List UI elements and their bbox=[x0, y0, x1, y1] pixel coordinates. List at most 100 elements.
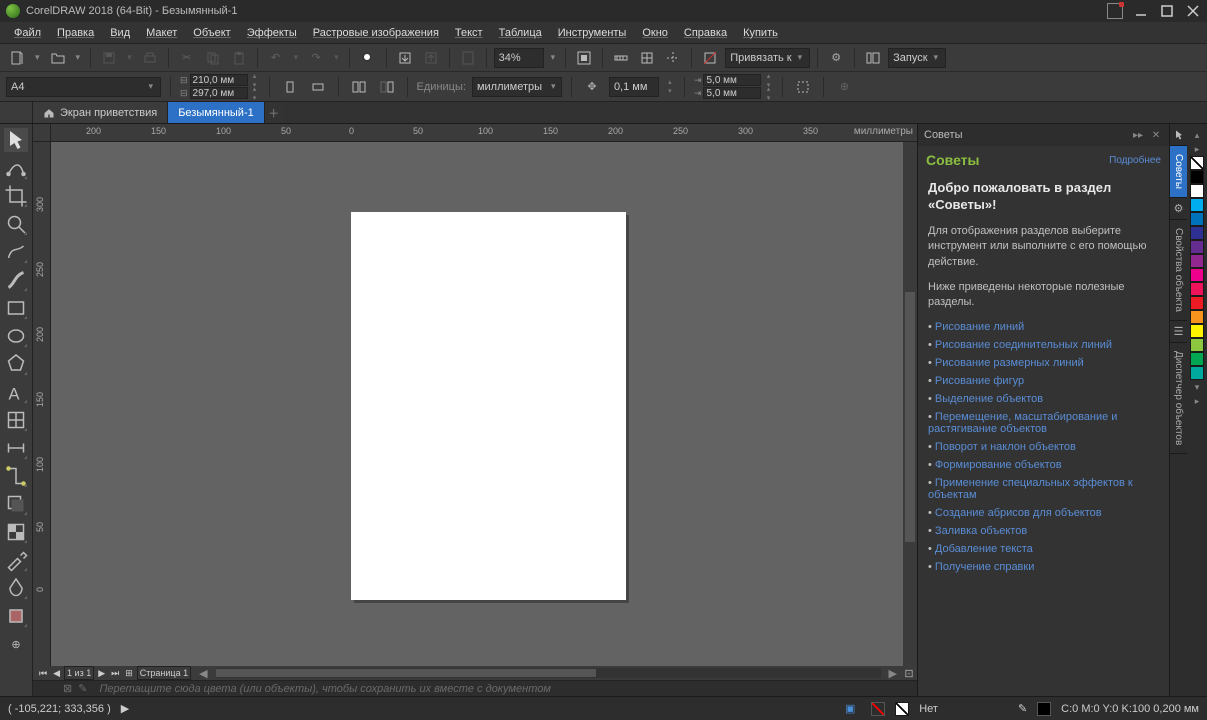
color-swatch[interactable] bbox=[1190, 198, 1204, 212]
page-counter[interactable]: 1 из 1 bbox=[64, 666, 94, 680]
transparency-tool[interactable] bbox=[4, 520, 28, 544]
connector-tool[interactable] bbox=[4, 464, 28, 488]
rectangle-tool[interactable] bbox=[4, 296, 28, 320]
publish-pdf-button[interactable] bbox=[457, 47, 479, 69]
page-prev-button[interactable]: ◀ bbox=[51, 668, 62, 679]
zoom-tool[interactable] bbox=[4, 212, 28, 236]
color-swatch[interactable] bbox=[1190, 352, 1204, 366]
palette-down-button[interactable]: ▾ bbox=[1190, 380, 1204, 394]
page-next-button[interactable]: ▶ bbox=[96, 668, 107, 679]
menu-text[interactable]: Текст bbox=[447, 27, 491, 39]
docker-collapse-button[interactable]: ▸▸ bbox=[1131, 128, 1145, 142]
page-height-field[interactable]: 297,0 мм bbox=[190, 87, 248, 99]
palette-up-button[interactable]: ▴ bbox=[1190, 128, 1204, 142]
page-tab-1[interactable]: Страница 1 bbox=[137, 666, 191, 680]
hint-link[interactable]: Формирование объектов bbox=[928, 459, 1159, 471]
color-swatch[interactable] bbox=[1190, 324, 1204, 338]
hint-link[interactable]: Поворот и наклон объектов bbox=[928, 441, 1159, 453]
close-button[interactable] bbox=[1185, 3, 1201, 19]
treat-as-filled-button[interactable] bbox=[792, 76, 814, 98]
fill-indicator[interactable] bbox=[871, 702, 885, 716]
shape-tool[interactable] bbox=[4, 156, 28, 180]
no-color-swatch[interactable] bbox=[1190, 156, 1204, 170]
color-swatch[interactable] bbox=[1190, 366, 1204, 380]
ellipse-tool[interactable] bbox=[4, 324, 28, 348]
artistic-media-tool[interactable] bbox=[4, 268, 28, 292]
paste-button[interactable] bbox=[228, 47, 250, 69]
redo-button[interactable]: ↷ bbox=[305, 47, 327, 69]
ruler-horizontal[interactable]: 200 150 100 50 0 50 100 150 200 250 300 … bbox=[33, 124, 917, 142]
new-document-button[interactable] bbox=[6, 47, 28, 69]
interactive-fill-tool[interactable] bbox=[4, 576, 28, 600]
color-swatch[interactable] bbox=[1190, 240, 1204, 254]
palette-expand-button[interactable]: ▸ bbox=[1190, 394, 1204, 408]
menu-layout[interactable]: Макет bbox=[138, 27, 185, 39]
hint-link[interactable]: Рисование размерных линий bbox=[928, 357, 1159, 369]
menu-effects[interactable]: Эффекты bbox=[239, 27, 305, 39]
open-button[interactable] bbox=[47, 47, 69, 69]
page-size-preset[interactable]: A4▾ bbox=[6, 77, 161, 97]
landscape-button[interactable] bbox=[307, 76, 329, 98]
status-play-icon[interactable]: ▶ bbox=[121, 702, 129, 715]
color-swatch[interactable] bbox=[1190, 282, 1204, 296]
menu-file[interactable]: Файл bbox=[6, 27, 49, 39]
color-swatch[interactable] bbox=[1190, 254, 1204, 268]
new-dropdown[interactable]: ▾ bbox=[32, 52, 43, 63]
hint-link[interactable]: Перемещение, масштабирование и растягива… bbox=[928, 411, 1159, 435]
color-swatch[interactable] bbox=[1190, 170, 1204, 184]
ruler-origin[interactable] bbox=[33, 124, 51, 141]
scrollbar-horizontal[interactable] bbox=[216, 668, 881, 678]
menu-buy[interactable]: Купить bbox=[735, 27, 786, 39]
tab-welcome[interactable]: Экран приветствия bbox=[33, 102, 168, 123]
crop-tool[interactable] bbox=[4, 184, 28, 208]
tab-document[interactable]: Безымянный-1 bbox=[168, 102, 265, 123]
maximize-button[interactable] bbox=[1159, 3, 1175, 19]
current-page-button[interactable] bbox=[376, 76, 398, 98]
open-dropdown[interactable]: ▾ bbox=[73, 52, 84, 63]
cut-button[interactable]: ✂ bbox=[176, 47, 198, 69]
smart-fill-tool[interactable] bbox=[4, 604, 28, 628]
hints-tab-icon[interactable] bbox=[1170, 124, 1187, 146]
docker-close-button[interactable]: ✕ bbox=[1149, 128, 1163, 142]
account-icon[interactable] bbox=[1107, 3, 1123, 19]
zoom-level[interactable]: 34% bbox=[494, 48, 544, 68]
search-content-button[interactable] bbox=[357, 47, 379, 69]
palette-nofill-swatch[interactable]: ⊠ bbox=[63, 682, 72, 695]
page-add-button[interactable]: ⊞ bbox=[123, 668, 135, 679]
menu-window[interactable]: Окно bbox=[634, 27, 676, 39]
tab-add-button[interactable]: ＋ bbox=[265, 102, 283, 123]
docker-body[interactable]: Добро пожаловать в раздел «Советы»! Для … bbox=[918, 174, 1169, 696]
polygon-tool[interactable] bbox=[4, 352, 28, 376]
docker-more-link[interactable]: Подробнее bbox=[1109, 155, 1161, 166]
outline-color-swatch[interactable] bbox=[1037, 702, 1051, 716]
menu-help[interactable]: Справка bbox=[676, 27, 735, 39]
docker-tab-object-properties[interactable]: Свойства объекта bbox=[1170, 220, 1187, 321]
color-swatch[interactable] bbox=[1190, 338, 1204, 352]
hint-link[interactable]: Рисование соединительных линий bbox=[928, 339, 1159, 351]
portrait-button[interactable] bbox=[279, 76, 301, 98]
object-manager-tab-icon[interactable]: ☰ bbox=[1170, 321, 1187, 343]
drawing-canvas[interactable] bbox=[51, 142, 903, 666]
menu-edit[interactable]: Правка bbox=[49, 27, 102, 39]
page-last-button[interactable]: ⏭ bbox=[109, 668, 121, 679]
ruler-vertical[interactable]: 300 250 200 150 100 50 0 bbox=[33, 142, 51, 666]
fullscreen-preview-button[interactable] bbox=[573, 47, 595, 69]
color-swatch[interactable] bbox=[1190, 226, 1204, 240]
duplicate-y-field[interactable]: 5,0 мм bbox=[703, 87, 761, 99]
save-button[interactable] bbox=[98, 47, 120, 69]
menu-tools[interactable]: Инструменты bbox=[550, 27, 635, 39]
export-button[interactable] bbox=[420, 47, 442, 69]
menu-table[interactable]: Таблица bbox=[491, 27, 550, 39]
minimize-button[interactable] bbox=[1133, 3, 1149, 19]
palette-eyedropper[interactable]: ✎ bbox=[78, 682, 87, 695]
app-launcher-icon[interactable] bbox=[862, 47, 884, 69]
copy-button[interactable] bbox=[202, 47, 224, 69]
freehand-tool[interactable] bbox=[4, 240, 28, 264]
page-width-field[interactable]: 210,0 мм bbox=[190, 74, 248, 86]
show-grid-button[interactable] bbox=[636, 47, 658, 69]
nudge-distance-field[interactable]: 0,1 мм bbox=[609, 77, 659, 97]
table-tool[interactable] bbox=[4, 408, 28, 432]
show-rulers-button[interactable] bbox=[610, 47, 632, 69]
add-preset-button[interactable]: ⊕ bbox=[833, 76, 855, 98]
menu-object[interactable]: Объект bbox=[185, 27, 238, 39]
